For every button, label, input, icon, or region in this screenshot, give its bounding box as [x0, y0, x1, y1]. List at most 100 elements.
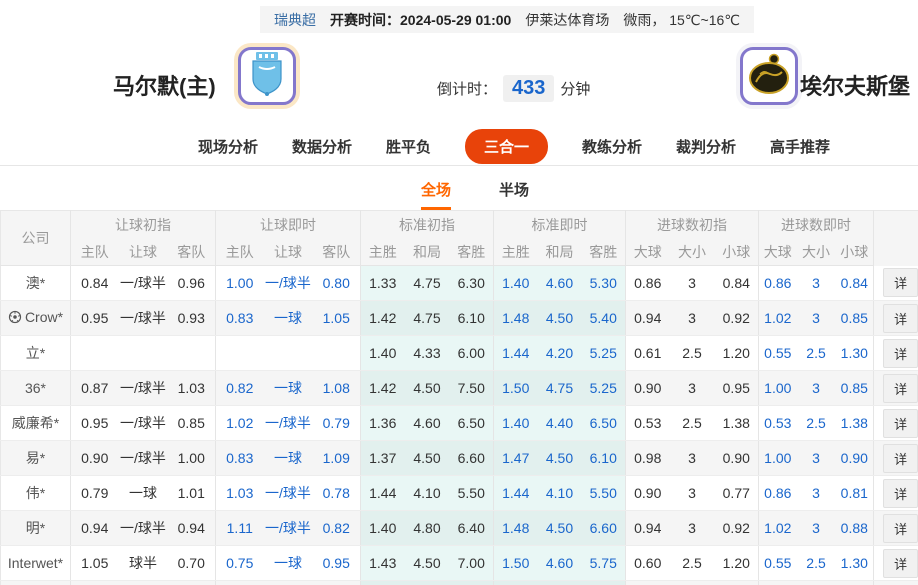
col-sub-std_initial-1: 主胜 — [361, 239, 405, 266]
company-name: Interwet* — [8, 555, 63, 571]
detail-button[interactable]: 详 — [883, 409, 918, 438]
col-group-handicap_initial: 让球初指 — [71, 211, 216, 239]
odds-cell-goals_live: 0.90 — [836, 441, 874, 476]
col-group-goals_live: 进球数即时 — [759, 211, 874, 239]
nav-tab-1[interactable]: 现场分析 — [198, 136, 258, 157]
odds-cell-handicap_initial — [71, 336, 119, 371]
detail-button[interactable]: 详 — [883, 514, 918, 543]
col-header-company: 公司 — [1, 211, 71, 266]
odds-cell-goals_live: 0.55 — [759, 546, 797, 581]
odds-cell-handicap_live: 一/球半 — [264, 511, 313, 546]
odds-cell-goals_initial — [670, 581, 715, 585]
odds-cell-handicap_initial: 0.87 — [71, 371, 119, 406]
detail-cell — [874, 581, 918, 585]
odds-cell-handicap_initial — [119, 336, 168, 371]
odds-cell-handicap_initial: 一/球半 — [119, 406, 168, 441]
odds-cell-handicap_initial: 0.94 — [168, 511, 216, 546]
detail-button[interactable]: 详 — [883, 339, 918, 368]
col-sub-std_live-1: 主胜 — [494, 239, 538, 266]
odds-cell-goals_initial: 3 — [670, 301, 715, 336]
odds-cell-std_initial: 4.60 — [405, 406, 450, 441]
nav-tab-3[interactable]: 胜平负 — [386, 136, 431, 157]
scope-tab-1[interactable]: 全场 — [421, 179, 451, 210]
odds-cell-goals_live: 0.55 — [759, 336, 797, 371]
odds-cell-std_initial: 6.30 — [450, 266, 494, 301]
odds-cell-goals_live: 3 — [797, 301, 836, 336]
odds-cell-handicap_initial: 0.70 — [168, 546, 216, 581]
odds-cell-handicap_live: 一球 — [264, 441, 313, 476]
odds-cell-handicap_initial: 0.93 — [168, 301, 216, 336]
col-group-goals_initial: 进球数初指 — [626, 211, 759, 239]
match-info-bar: 瑞典超 开赛时间：2024-05-29 01:00 伊莱达体育场 微雨， 15℃… — [0, 6, 918, 33]
odds-cell-std_live: 1.48 — [494, 511, 538, 546]
table-row: Interwet*1.05球半0.700.75一球0.951.434.507.0… — [1, 546, 918, 581]
detail-cell: 详 — [874, 371, 918, 406]
odds-cell-handicap_initial: 1.03 — [168, 371, 216, 406]
odds-cell-std_live: 1.48 — [494, 301, 538, 336]
odds-cell-std_initial — [450, 581, 494, 585]
odds-cell-goals_initial: 1.20 — [715, 546, 759, 581]
odds-cell-std_live: 1.44 — [494, 476, 538, 511]
home-team-logo — [238, 47, 296, 105]
odds-cell-handicap_initial: 0.79 — [71, 476, 119, 511]
odds-cell-std_initial: 6.10 — [450, 301, 494, 336]
nav-tab-5[interactable]: 教练分析 — [582, 136, 642, 157]
nav-tab-6[interactable]: 裁判分析 — [676, 136, 736, 157]
odds-cell-goals_live: 0.86 — [759, 476, 797, 511]
odds-cell-handicap_live — [264, 581, 313, 585]
odds-cell-goals_live — [836, 581, 874, 585]
odds-cell-goals_live: 1.30 — [836, 546, 874, 581]
odds-cell-goals_initial: 3 — [670, 266, 715, 301]
odds-cell-handicap_live: 0.82 — [216, 371, 264, 406]
detail-cell: 详 — [874, 301, 918, 336]
odds-cell-goals_initial: 0.61 — [626, 336, 670, 371]
odds-cell-handicap_initial: 一/球半 — [119, 441, 168, 476]
nav-tab-7[interactable]: 高手推荐 — [770, 136, 830, 157]
odds-cell-std_initial — [405, 581, 450, 585]
nav-tab-4[interactable]: 三合一 — [465, 129, 548, 164]
odds-cell-goals_live: 2.5 — [797, 546, 836, 581]
odds-cell-std_live: 1.40 — [494, 406, 538, 441]
odds-cell-goals_live: 0.53 — [759, 406, 797, 441]
odds-cell-handicap_initial: 0.95 — [71, 406, 119, 441]
odds-cell-handicap_initial: 1.01 — [168, 476, 216, 511]
col-sub-goals_initial-1: 大球 — [626, 239, 670, 266]
odds-cell-goals_live: 0.88 — [836, 511, 874, 546]
odds-cell-goals_initial: 0.94 — [626, 511, 670, 546]
odds-cell-handicap_live — [313, 581, 361, 585]
nav-tab-2[interactable]: 数据分析 — [292, 136, 352, 157]
kickoff-time: 开赛时间：2024-05-29 01:00 — [330, 10, 511, 30]
countdown-unit: 分钟 — [560, 78, 590, 99]
odds-cell-goals_initial: 0.90 — [626, 371, 670, 406]
odds-cell-goals_live: 0.86 — [759, 266, 797, 301]
detail-button[interactable]: 详 — [883, 374, 918, 403]
company-cell: 立* — [1, 336, 71, 371]
odds-cell-handicap_initial: 0.96 — [168, 266, 216, 301]
scope-tab-2[interactable]: 半场 — [499, 179, 529, 210]
odds-cell-goals_live: 1.00 — [759, 441, 797, 476]
company-name: Crow* — [25, 309, 63, 325]
detail-button[interactable]: 详 — [883, 268, 918, 297]
detail-button[interactable]: 详 — [883, 549, 918, 578]
odds-cell-std_initial: 4.75 — [405, 301, 450, 336]
odds-cell-std_initial: 4.75 — [405, 266, 450, 301]
odds-cell-std_live: 5.75 — [582, 546, 626, 581]
detail-cell: 详 — [874, 336, 918, 371]
col-sub-goals_live-3: 小球 — [836, 239, 874, 266]
odds-cell-std_initial — [361, 581, 405, 585]
detail-button[interactable]: 详 — [883, 479, 918, 508]
col-sub-handicap_live-2: 让球 — [264, 239, 313, 266]
league-link[interactable]: 瑞典超 — [274, 10, 316, 30]
col-sub-std_live-2: 和局 — [538, 239, 582, 266]
odds-cell-handicap_live: 1.03 — [216, 476, 264, 511]
detail-button[interactable]: 详 — [883, 304, 918, 333]
odds-cell-goals_initial: 3 — [670, 511, 715, 546]
odds-cell-goals_initial: 2.5 — [670, 406, 715, 441]
odds-cell-handicap_initial: 球半 — [119, 546, 168, 581]
odds-cell-std_live: 4.50 — [538, 441, 582, 476]
odds-cell-handicap_live: 1.05 — [313, 301, 361, 336]
table-row: 明*0.94一/球半0.941.11一/球半0.821.404.806.401.… — [1, 511, 918, 546]
odds-cell-handicap_live: 1.02 — [216, 406, 264, 441]
detail-button[interactable]: 详 — [883, 444, 918, 473]
odds-cell-std_initial: 6.60 — [450, 441, 494, 476]
